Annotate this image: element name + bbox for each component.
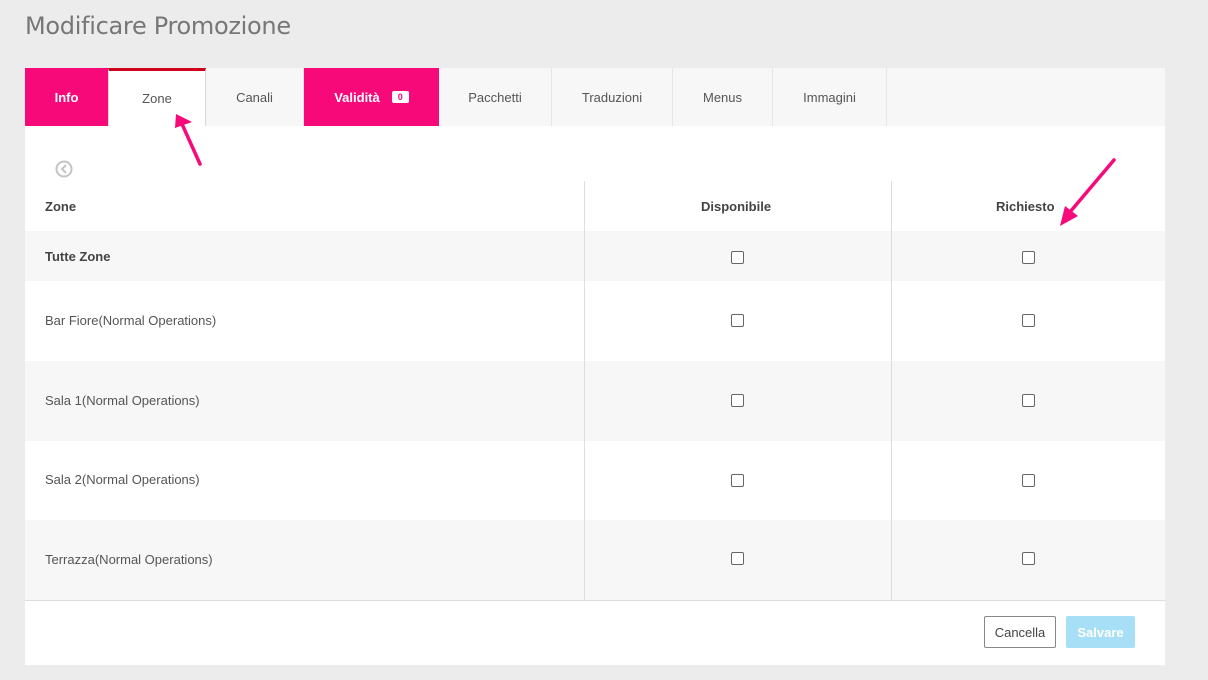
table-row: Sala 1(Normal Operations) [25,361,1165,441]
table-row: Bar Fiore(Normal Operations) [25,281,1165,361]
tab-menus-label: Menus [702,89,743,105]
page-title: Modificare Promozione [25,12,291,40]
tab-validita-label: Validità [334,89,380,105]
zone-name: Sala 1(Normal Operations) [45,393,200,408]
tab-pacchetti-label: Pacchetti [468,89,522,105]
table-row: Tutte Zone [25,231,1165,281]
available-checkbox[interactable] [731,251,744,264]
save-button[interactable]: Salvare [1066,616,1135,648]
available-checkbox[interactable] [731,552,744,565]
zone-column-header: Zone [45,199,77,214]
available-column-header: Disponibile [701,199,772,214]
table-header-row: Zone Disponibile Richiesto [25,181,1165,231]
required-column-header: Richiesto [996,199,1055,214]
tab-traduzioni-label: Traduzioni [581,89,643,105]
tab-immagini[interactable]: Immagini [773,68,887,126]
footer-divider [25,600,1165,601]
table-row: Sala 2(Normal Operations) [25,441,1165,520]
tab-immagini-label: Immagini [803,89,856,105]
cancel-button[interactable]: Cancella [984,616,1056,648]
tab-pacchetti[interactable]: Pacchetti [439,68,552,126]
tab-info[interactable]: Info [25,68,108,126]
tab-canali-label: Canali [236,89,273,105]
column-divider [584,181,585,600]
available-checkbox[interactable] [731,474,744,487]
tab-canali[interactable]: Canali [206,68,304,126]
annotation-arrow-icon [1060,158,1116,226]
available-checkbox[interactable] [731,314,744,327]
required-checkbox[interactable] [1022,314,1035,327]
zone-name: Bar Fiore(Normal Operations) [45,313,217,328]
required-checkbox[interactable] [1022,474,1035,487]
required-checkbox[interactable] [1022,251,1035,264]
circle-chevron-left-icon[interactable] [55,160,73,178]
tab-info-label: Info [54,89,79,105]
validita-count-badge: 0 [391,91,409,103]
column-divider [891,181,892,600]
table-row: Terrazza(Normal Operations) [25,520,1165,600]
tab-traduzioni[interactable]: Traduzioni [552,68,673,126]
zone-name: Sala 2(Normal Operations) [45,472,200,487]
annotation-arrow-icon [175,114,202,166]
tab-validita[interactable]: Validità 0 [304,68,439,126]
required-checkbox[interactable] [1022,394,1035,407]
tab-zone-label: Zone [142,91,172,106]
zone-name: Tutte Zone [45,249,111,264]
available-checkbox[interactable] [731,394,744,407]
zone-name: Terrazza(Normal Operations) [45,552,213,567]
tab-menus[interactable]: Menus [673,68,773,126]
required-checkbox[interactable] [1022,552,1035,565]
